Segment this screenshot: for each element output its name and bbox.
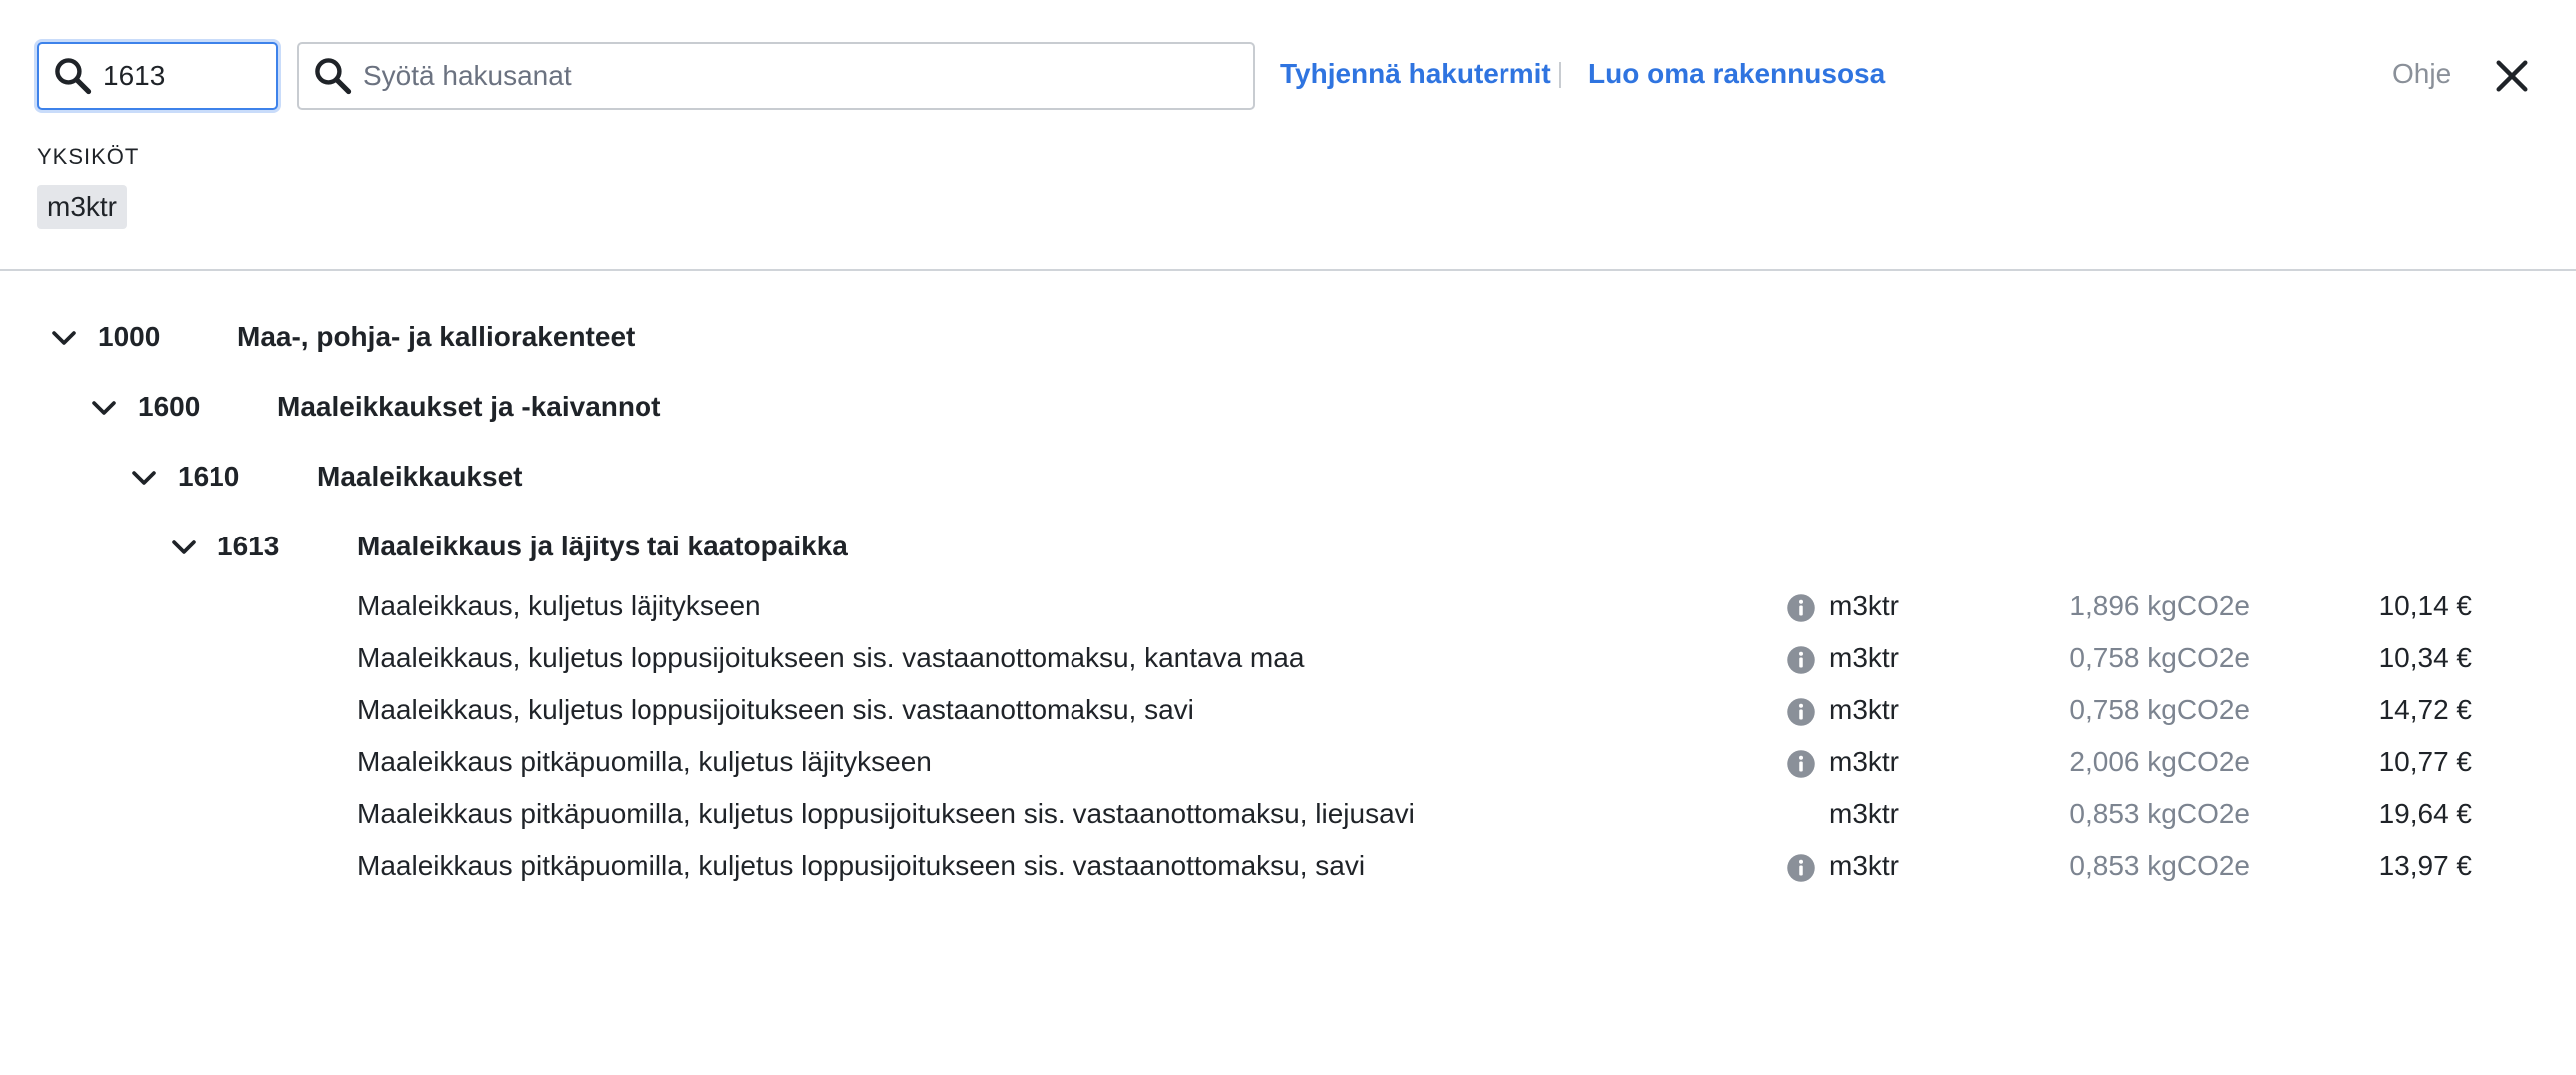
info-icon[interactable] — [1786, 645, 1816, 675]
code-search-input[interactable] — [103, 60, 276, 92]
component-item-price: 10,77 € — [2378, 746, 2472, 777]
component-item-price: 13,97 € — [2378, 850, 2472, 881]
search-icon — [55, 58, 92, 95]
clear-search-terms-link[interactable]: Tyhjennä hakutermit — [1280, 58, 1551, 90]
info-icon[interactable] — [1786, 853, 1816, 883]
chevron-down-icon[interactable] — [127, 461, 161, 495]
component-item-name: Maaleikkaus pitkäpuomilla, kuljetus lopp… — [357, 798, 1415, 829]
unit-filter-chip[interactable]: m3ktr — [37, 185, 127, 229]
component-item-price: 14,72 € — [2378, 694, 2472, 725]
keyword-search-box[interactable] — [297, 42, 1255, 110]
component-item-row[interactable]: Maaleikkaus, kuljetus loppusijoitukseen … — [0, 634, 2576, 686]
component-item-co2: 0,853 kgCO2e — [2069, 798, 2250, 829]
component-item-unit: m3ktr — [1829, 642, 1899, 673]
chevron-down-icon[interactable] — [47, 321, 81, 355]
tree-node-title[interactable]: Maaleikkaukset ja -kaivannot — [277, 391, 660, 423]
component-item-row[interactable]: Maaleikkaus pitkäpuomilla, kuljetus lopp… — [0, 790, 2576, 842]
tree-node-title[interactable]: Maa-, pohja- ja kalliorakenteet — [237, 321, 635, 353]
chevron-down-icon[interactable] — [167, 531, 201, 564]
component-item-row[interactable]: Maaleikkaus pitkäpuomilla, kuljetus lopp… — [0, 842, 2576, 894]
tree-node-code[interactable]: 1600 — [138, 391, 200, 423]
link-divider — [1559, 62, 1561, 88]
component-item-price: 10,34 € — [2378, 642, 2472, 673]
component-item-co2: 0,853 kgCO2e — [2069, 850, 2250, 881]
component-item-name: Maaleikkaus, kuljetus loppusijoitukseen … — [357, 642, 1305, 673]
tree-node-code[interactable]: 1613 — [217, 531, 279, 562]
component-item-price: 19,64 € — [2378, 798, 2472, 829]
component-item-unit: m3ktr — [1829, 798, 1899, 829]
info-icon[interactable] — [1786, 749, 1816, 779]
tree-node-code[interactable]: 1000 — [98, 321, 160, 353]
component-item-price: 10,14 € — [2378, 590, 2472, 621]
close-icon[interactable] — [2492, 56, 2532, 96]
search-icon — [315, 58, 352, 95]
component-item-unit: m3ktr — [1829, 590, 1899, 621]
info-icon[interactable] — [1786, 697, 1816, 727]
component-item-name: Maaleikkaus pitkäpuomilla, kuljetus läji… — [357, 746, 932, 777]
units-heading: YKSIKÖT — [37, 144, 140, 169]
help-link[interactable]: Ohje — [2392, 58, 2451, 90]
keyword-search-input[interactable] — [363, 60, 1253, 92]
chevron-down-icon[interactable] — [87, 391, 121, 425]
component-item-name: Maaleikkaus, kuljetus läjitykseen — [357, 590, 761, 621]
component-item-unit: m3ktr — [1829, 850, 1899, 881]
info-icon[interactable] — [1786, 593, 1816, 623]
component-item-co2: 0,758 kgCO2e — [2069, 694, 2250, 725]
create-own-component-link[interactable]: Luo oma rakennusosa — [1588, 58, 1885, 90]
component-item-row[interactable]: Maaleikkaus, kuljetus läjitykseen m3ktr … — [0, 582, 2576, 634]
code-search-box[interactable] — [37, 42, 278, 110]
component-item-co2: 2,006 kgCO2e — [2069, 746, 2250, 777]
tree-node-code[interactable]: 1610 — [178, 461, 239, 493]
component-item-row[interactable]: Maaleikkaus, kuljetus loppusijoitukseen … — [0, 686, 2576, 738]
tree-node-title[interactable]: Maaleikkaukset — [317, 461, 522, 493]
component-item-co2: 0,758 kgCO2e — [2069, 642, 2250, 673]
component-item-name: Maaleikkaus pitkäpuomilla, kuljetus lopp… — [357, 850, 1366, 881]
component-item-row[interactable]: Maaleikkaus pitkäpuomilla, kuljetus läji… — [0, 738, 2576, 790]
component-item-unit: m3ktr — [1829, 746, 1899, 777]
component-item-name: Maaleikkaus, kuljetus loppusijoitukseen … — [357, 694, 1194, 725]
component-item-co2: 1,896 kgCO2e — [2069, 590, 2250, 621]
search-header: Tyhjennä hakutermit Luo oma rakennusosa … — [0, 0, 2576, 271]
tree-node-title[interactable]: Maaleikkaus ja läjitys tai kaatopaikka — [357, 531, 848, 562]
component-item-unit: m3ktr — [1829, 694, 1899, 725]
